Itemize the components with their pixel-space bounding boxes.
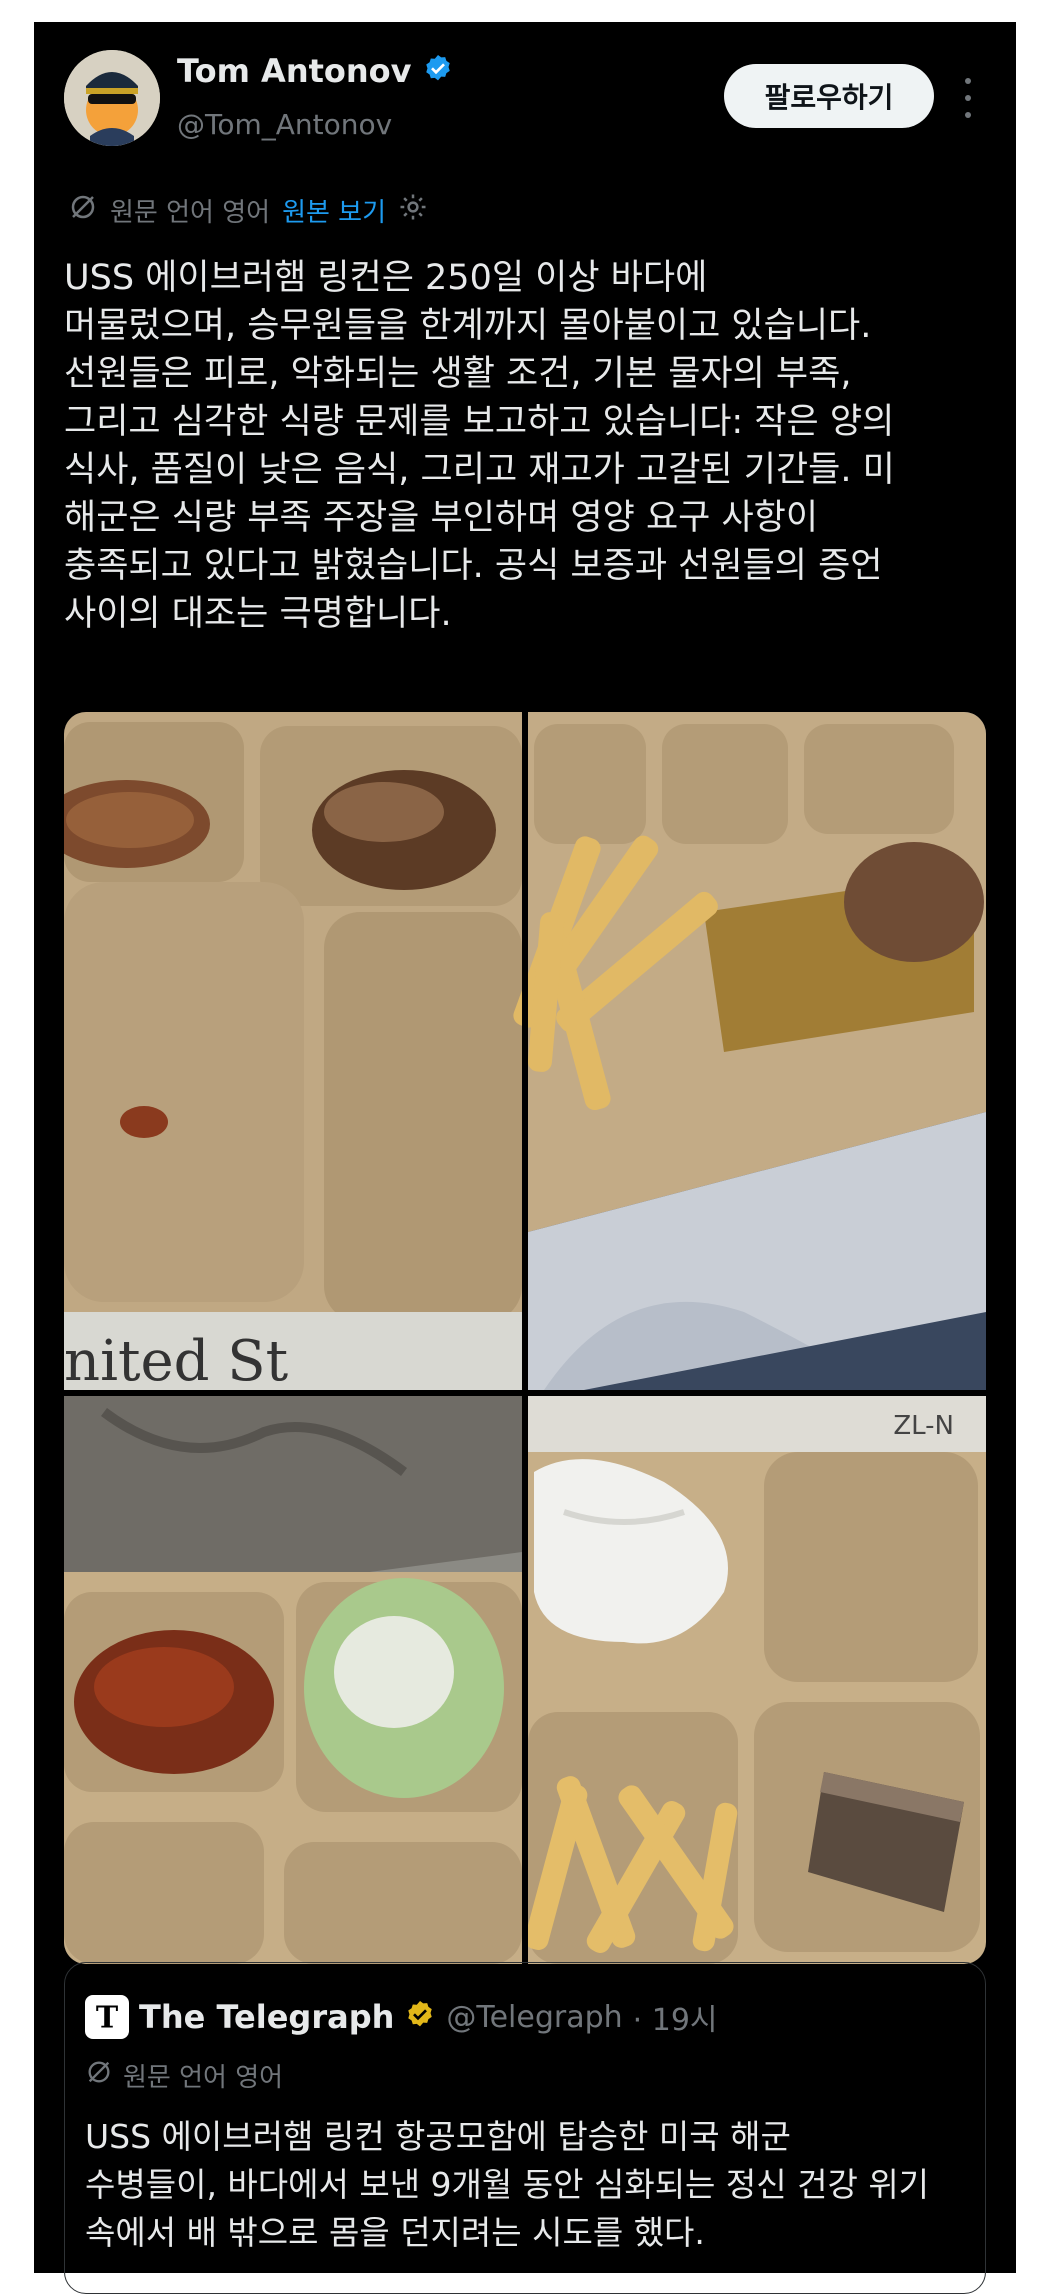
quoted-tweet[interactable]: T The Telegraph @Telegraph · 19시 원문 언어 영… bbox=[64, 1962, 986, 2294]
telegraph-logo-icon[interactable]: T bbox=[85, 1995, 129, 2039]
quoted-time: · 19시 bbox=[632, 2003, 718, 2038]
avatar[interactable] bbox=[64, 50, 160, 146]
more-options-icon[interactable] bbox=[958, 78, 978, 118]
quoted-text: USS 에이브러햄 링컨 항공모함에 탑승한 미국 해군 수병들이, 바다에서 … bbox=[85, 2117, 930, 2252]
gear-icon[interactable] bbox=[398, 192, 428, 229]
translate-icon bbox=[68, 192, 98, 229]
avatar-image bbox=[64, 50, 160, 146]
quoted-translation-row: 원문 언어 영어 bbox=[85, 2057, 283, 2094]
author-name[interactable]: Tom Antonov bbox=[177, 52, 412, 90]
translation-note: 원문 언어 영어 bbox=[110, 198, 271, 228]
quoted-header: T The Telegraph @Telegraph · 19시 bbox=[85, 1995, 718, 2039]
svg-text:T: T bbox=[96, 2001, 119, 2036]
translation-row: 원문 언어 영어 원본 보기 bbox=[68, 192, 428, 229]
follow-button[interactable]: 팔로우하기 bbox=[724, 64, 934, 128]
show-original-link[interactable]: 원본 보기 bbox=[282, 192, 386, 229]
verified-gold-badge-icon bbox=[404, 1999, 436, 2035]
photo-top-left[interactable]: nited St bbox=[64, 712, 522, 1394]
photo-top-right[interactable] bbox=[511, 712, 986, 1390]
quoted-handle[interactable]: @Telegraph bbox=[446, 2000, 622, 2035]
author-handle[interactable]: @Tom_Antonov bbox=[177, 108, 392, 141]
translate-icon bbox=[85, 2058, 113, 2093]
media-grid[interactable]: nited St ZL-N bbox=[64, 712, 986, 1964]
photo-bottom-right[interactable]: ZL-N bbox=[522, 1396, 986, 1964]
tray-text-2: ZL-N bbox=[893, 1411, 954, 1441]
verified-badge-icon bbox=[422, 53, 454, 89]
quoted-translation-note: 원문 언어 영어 bbox=[123, 2063, 284, 2093]
author-name-row[interactable]: Tom Antonov bbox=[177, 52, 454, 90]
tweet-card: Tom Antonov @Tom_Antonov 팔로우하기 원문 언어 영어 … bbox=[34, 22, 1016, 2294]
quoted-author-name[interactable]: The Telegraph bbox=[139, 1998, 394, 2036]
post-text: USS 에이브러햄 링컨은 250일 이상 바다에 머물렀으며, 승무원들을 한… bbox=[64, 258, 895, 634]
photo-bottom-left[interactable] bbox=[64, 1396, 522, 1964]
tray-text-1: nited St bbox=[64, 1329, 289, 1394]
